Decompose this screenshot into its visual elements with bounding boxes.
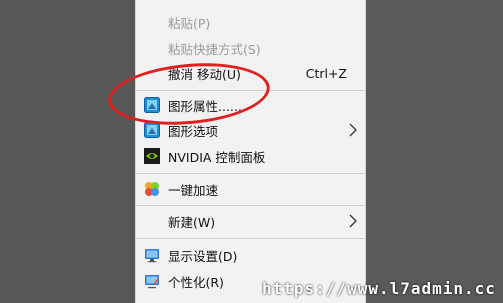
accelerate-icon [145, 182, 159, 196]
menu-separator [136, 205, 365, 206]
personalize-icon [145, 275, 159, 289]
menu-separator [136, 238, 365, 239]
monitor-icon [145, 249, 159, 263]
chevron-right-icon [349, 214, 357, 228]
menu-item-paste[interactable]: 粘贴(P) [136, 9, 365, 35]
menu-separator [136, 173, 365, 174]
intel-graphics-icon [144, 122, 160, 138]
menu-item-display-settings[interactable]: 显示设置(D) [136, 242, 365, 268]
watermark: https://www.l7admin.cc [262, 279, 496, 298]
desktop-background-left [0, 0, 135, 303]
menu-item-label: 个性化(R) [168, 274, 224, 290]
menu-item-label: 粘贴(P) [168, 15, 211, 31]
menu-item-nvidia-control-panel[interactable]: NVIDIA 控制面板 [136, 143, 365, 169]
menu-item-label: 粘贴快捷方式(S) [168, 41, 261, 57]
menu-item-label: 新建(W) [168, 214, 216, 230]
menu-item-label: 一键加速 [168, 182, 219, 198]
menu-item-label: NVIDIA 控制面板 [168, 149, 266, 165]
undo-shortcut: Ctrl+Z [305, 65, 347, 81]
desktop-background-right [366, 0, 503, 303]
menu-item-label: 显示设置(D) [168, 248, 238, 264]
menu-item-paste-shortcut[interactable]: 粘贴快捷方式(S) [136, 35, 365, 61]
menu-item-one-key-accelerate[interactable]: 一键加速 [136, 176, 365, 202]
context-menu: 粘贴(P) 粘贴快捷方式(S) 撤消 移动(U) Ctrl+Z 图形属性....… [135, 0, 366, 303]
menu-item-new[interactable]: 新建(W) [136, 208, 365, 234]
nvidia-icon [144, 148, 160, 164]
chevron-right-icon [349, 123, 357, 137]
